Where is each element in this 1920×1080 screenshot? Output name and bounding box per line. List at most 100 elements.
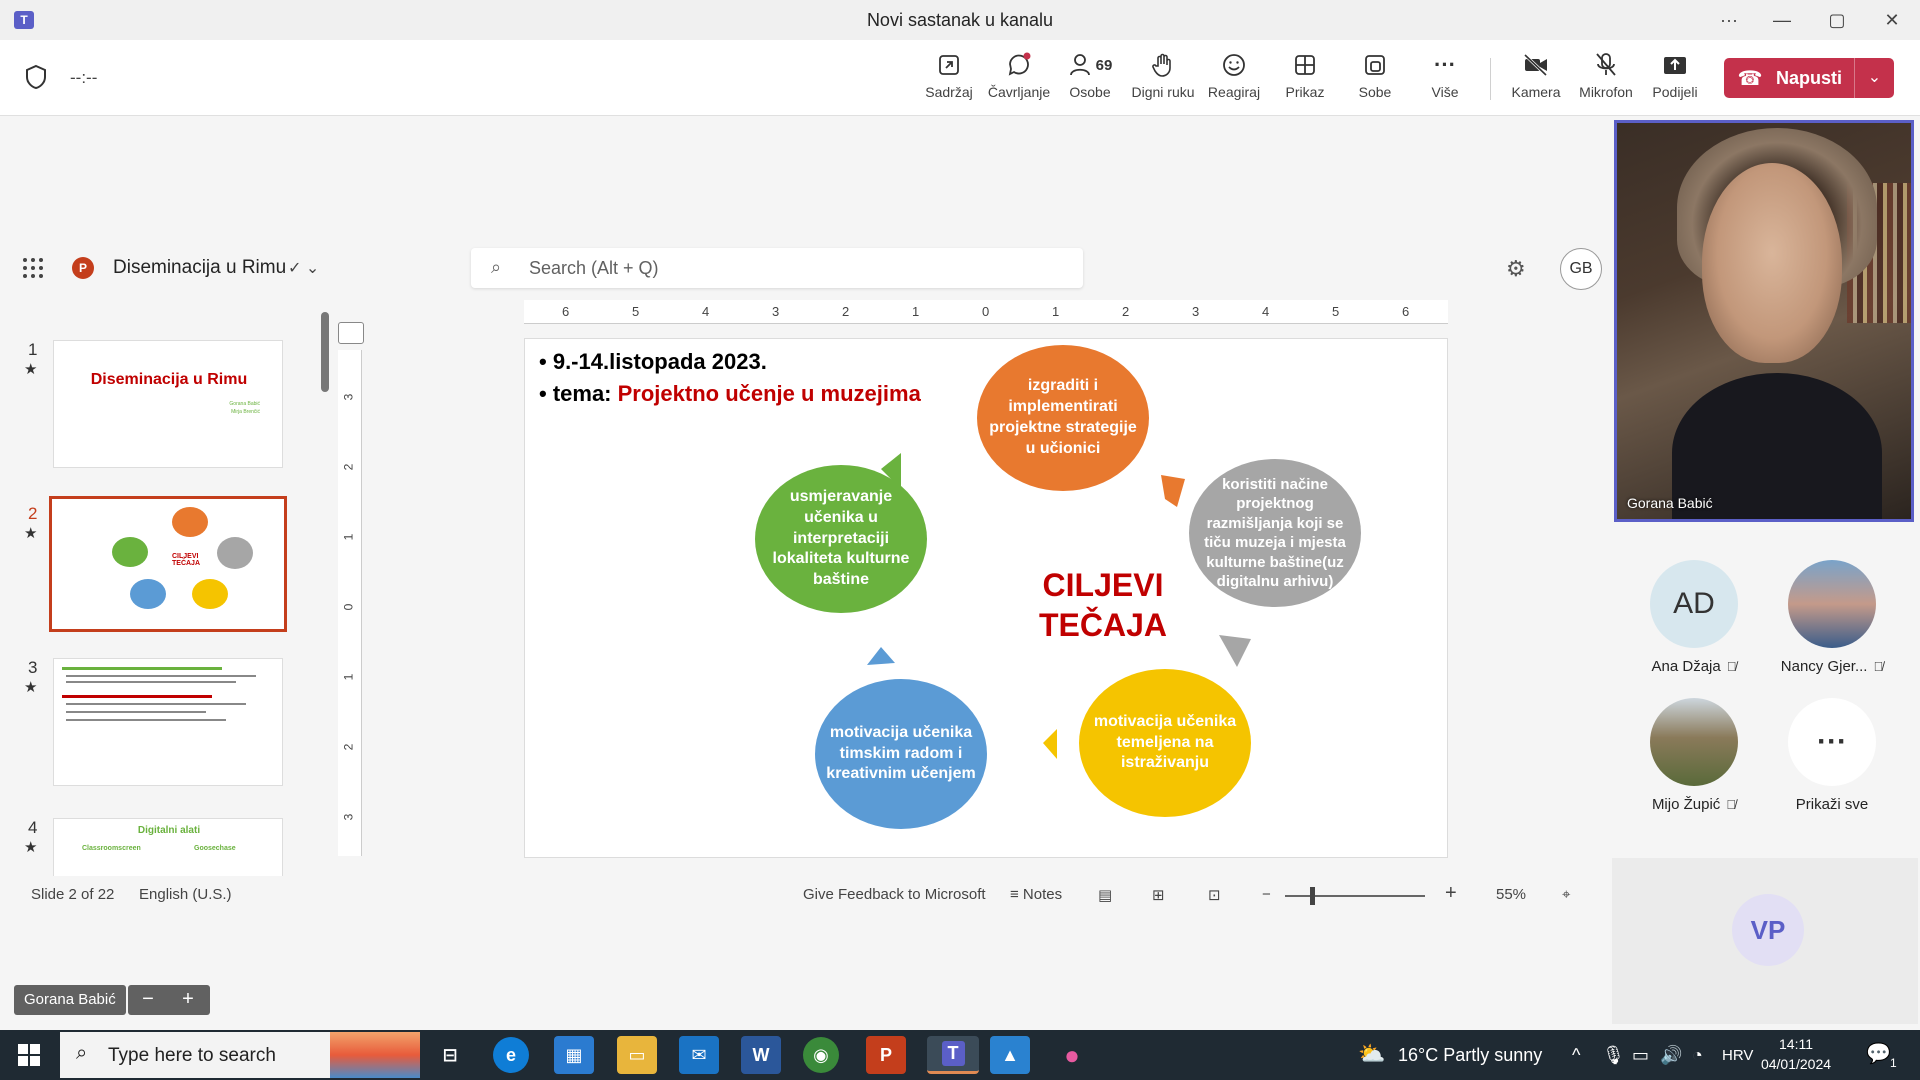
- notification-count: 1: [1890, 1056, 1897, 1070]
- raise-hand-label: Digni ruku: [1131, 84, 1195, 100]
- app-launcher-icon[interactable]: [22, 257, 44, 279]
- wifi-icon[interactable]: ◔: [1692, 1045, 1703, 1066]
- file-explorer-icon[interactable]: ▭: [617, 1036, 657, 1074]
- chrome-icon[interactable]: ◉: [803, 1037, 839, 1073]
- chat-button[interactable]: Čavrljanje: [984, 50, 1054, 112]
- collapse-pane-icon[interactable]: [338, 322, 364, 344]
- word-icon[interactable]: W: [741, 1036, 781, 1074]
- zoom-level[interactable]: 55%: [1496, 886, 1526, 903]
- edge-icon[interactable]: e: [493, 1037, 529, 1073]
- taskbar-clock[interactable]: 14:11 04/01/2024: [1752, 1034, 1840, 1074]
- user-avatar[interactable]: GB: [1560, 248, 1602, 290]
- feedback-link[interactable]: Give Feedback to Microsoft: [803, 886, 986, 903]
- ruler-tick-label: 2: [341, 743, 356, 751]
- mic-button[interactable]: Mikrofon: [1571, 50, 1641, 112]
- slide-number: 4: [28, 818, 38, 837]
- weather-text[interactable]: 16°C Partly sunny: [1398, 1045, 1542, 1066]
- zoom-in-icon[interactable]: +: [168, 988, 208, 1011]
- share-button[interactable]: Podijeli: [1640, 50, 1710, 112]
- windows-taskbar: ⌕ Type here to search ⊟ e ▦ ▭ ✉ W ◉ P T …: [0, 1030, 1920, 1080]
- participant-tile[interactable]: VP: [1612, 858, 1918, 1024]
- ruler-tick-label: 1: [1052, 304, 1060, 319]
- rooms-button[interactable]: Sobe: [1340, 50, 1410, 112]
- language-indicator[interactable]: English (U.S.): [139, 886, 232, 903]
- ruler-tick-label: 4: [702, 304, 710, 319]
- taskbar-search-input[interactable]: ⌕ Type here to search: [60, 1032, 420, 1078]
- participant-tile[interactable]: AD Ana Džaja 🎙̸: [1634, 560, 1754, 675]
- raise-hand-button[interactable]: Digni ruku: [1128, 50, 1198, 112]
- participant-tile[interactable]: Mijo Župić 🎙̸: [1634, 698, 1754, 813]
- saved-status-icon[interactable]: ✓ ⌄: [288, 258, 319, 278]
- more-options-icon[interactable]: ···: [1707, 6, 1751, 34]
- notes-button[interactable]: ≡ Notes: [1010, 886, 1062, 903]
- minimize-button[interactable]: —: [1760, 6, 1804, 34]
- teams-icon[interactable]: T: [927, 1036, 979, 1074]
- camera-button[interactable]: Kamera: [1501, 50, 1571, 112]
- slide-counter: Slide 2 of 22: [31, 886, 115, 903]
- bullet-topic-prefix: tema:: [552, 381, 618, 406]
- reading-view-icon[interactable]: ⊡: [1208, 886, 1221, 904]
- zoom-in-icon[interactable]: +: [1445, 882, 1457, 905]
- microphone-icon[interactable]: 🎙: [1602, 1045, 1625, 1066]
- react-button[interactable]: Reagiraj: [1199, 50, 1269, 112]
- document-name[interactable]: Diseminacija u Rimu: [113, 257, 286, 279]
- notification-icon[interactable]: 💬: [1866, 1041, 1891, 1066]
- slide-sorter-icon[interactable]: ⊞: [1152, 886, 1165, 904]
- show-all-button[interactable]: ··· Prikaži sve: [1772, 698, 1892, 813]
- store-icon[interactable]: ▦: [554, 1036, 594, 1074]
- zoom-out-icon[interactable]: −: [1262, 886, 1271, 903]
- meeting-timer: --:--: [70, 68, 98, 87]
- ruler-tick-label: 6: [562, 304, 570, 319]
- zoom-out-icon[interactable]: −: [128, 988, 168, 1011]
- title-bar: T Novi sastanak u kanalu ··· — ▢ ✕: [0, 0, 1920, 40]
- avatar: [1650, 698, 1738, 786]
- mail-icon[interactable]: ✉: [679, 1036, 719, 1074]
- thumbnail-scrollbar[interactable]: [321, 312, 329, 392]
- zoom-slider-thumb[interactable]: [1310, 887, 1315, 905]
- more-label: Više: [1431, 84, 1459, 100]
- people-button[interactable]: 69 Osobe: [1055, 50, 1125, 112]
- ruler-tick-label: 0: [982, 304, 990, 319]
- view-button[interactable]: Prikaz: [1270, 50, 1340, 112]
- leave-button[interactable]: ☎ Napusti ⌄: [1724, 58, 1894, 98]
- presenter-name-badge: Gorana Babić: [14, 985, 126, 1015]
- ruler-tick-label: 3: [341, 813, 356, 821]
- close-button[interactable]: ✕: [1870, 6, 1914, 34]
- volume-icon[interactable]: 🔊: [1660, 1045, 1682, 1066]
- camera-off-icon: [1501, 50, 1571, 80]
- normal-view-icon[interactable]: ▤: [1098, 886, 1112, 904]
- keyboard-language[interactable]: HRV: [1722, 1047, 1753, 1064]
- slide-preview: [53, 658, 283, 786]
- goal-circle-bottom-left: motivacija učenika timskim radom i kreat…: [815, 679, 987, 829]
- battery-icon[interactable]: ▭: [1632, 1045, 1649, 1066]
- powerpoint-icon[interactable]: P: [866, 1036, 906, 1074]
- fit-slide-icon[interactable]: ⌖: [1562, 886, 1570, 903]
- windows-start-icon[interactable]: [18, 1044, 40, 1066]
- animation-star-icon: ★: [24, 525, 38, 542]
- toolbar-divider: [1490, 58, 1491, 100]
- thumb-col: Goosechase: [194, 845, 236, 852]
- slide-number: 3: [28, 658, 38, 677]
- paint-icon[interactable]: ●: [1052, 1036, 1092, 1074]
- powerpoint-logo-icon: P: [72, 257, 94, 279]
- slide-number: 1: [28, 340, 38, 359]
- zoom-slider[interactable]: [1285, 895, 1425, 897]
- slide-thumbnails-panel: 1 ★ Diseminacija u Rimu Gorana Babić Mir…: [0, 300, 335, 876]
- share-label: Podijeli: [1652, 84, 1698, 100]
- search-input[interactable]: ⌕ Search (Alt + Q): [471, 248, 1083, 288]
- task-view-icon[interactable]: ⊟: [430, 1036, 470, 1074]
- chevron-up-icon[interactable]: ^: [1572, 1045, 1580, 1066]
- chevron-down-icon[interactable]: ⌄: [1854, 58, 1894, 98]
- presenter-video[interactable]: Gorana Babić: [1614, 120, 1914, 522]
- thumb-subtitle: Gorana Babić: [229, 401, 260, 407]
- photos-icon[interactable]: ▲: [990, 1036, 1030, 1074]
- content-button[interactable]: Sadržaj: [914, 50, 984, 112]
- more-button[interactable]: ··· Više: [1410, 50, 1480, 112]
- current-slide[interactable]: • 9.-14.listopada 2023. • tema: Projektn…: [524, 338, 1448, 858]
- slide-preview-active: CILJEVI TEČAJA: [49, 496, 287, 632]
- settings-gear-icon[interactable]: ⚙: [1506, 256, 1526, 282]
- participant-tile[interactable]: Nancy Gjer... 🎙̸: [1772, 560, 1892, 675]
- ruler-tick-label: 5: [632, 304, 640, 319]
- maximize-button[interactable]: ▢: [1815, 6, 1859, 34]
- thumb-title: Diseminacija u Rimu: [90, 371, 248, 388]
